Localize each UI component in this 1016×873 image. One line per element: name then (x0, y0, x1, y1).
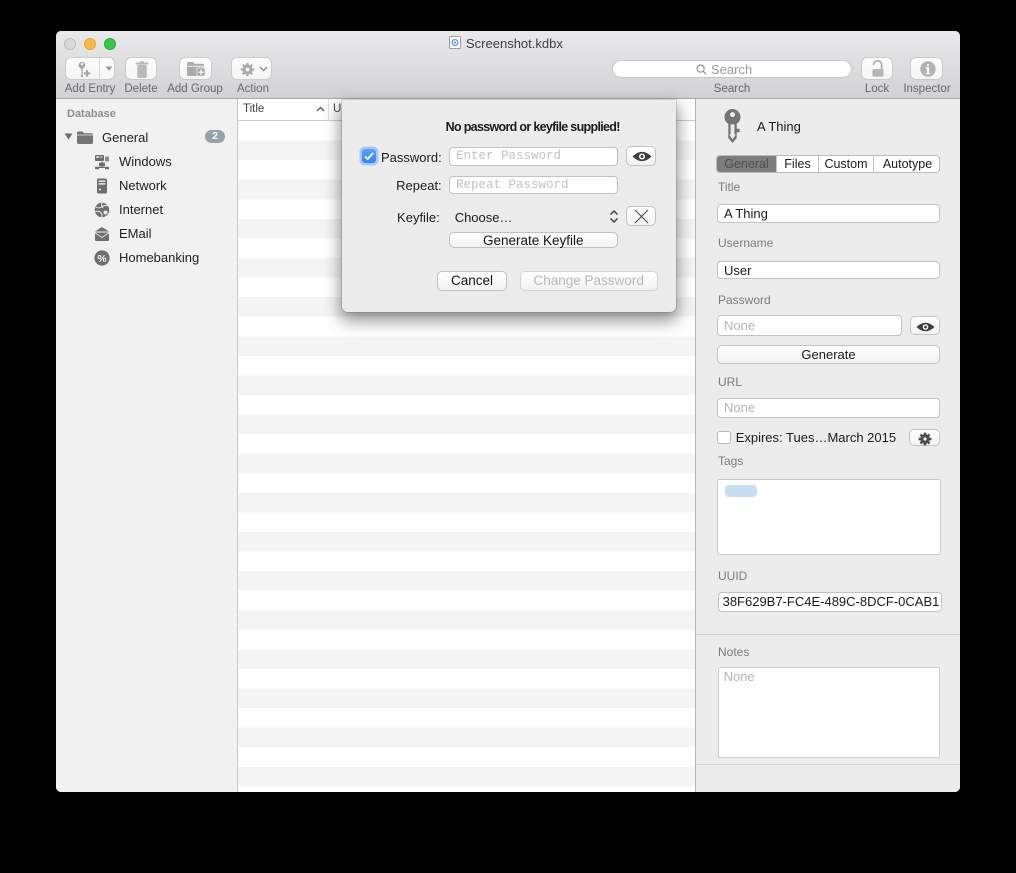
svg-text:%: % (97, 253, 107, 265)
